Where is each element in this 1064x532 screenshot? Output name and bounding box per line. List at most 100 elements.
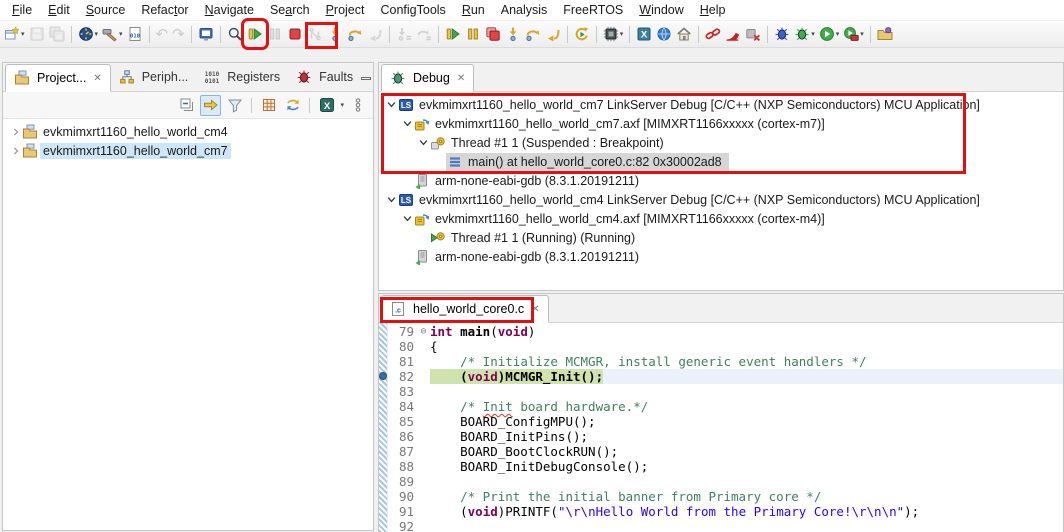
step-over-icon[interactable]	[345, 22, 365, 46]
svg-text:LS: LS	[401, 101, 412, 110]
menu-edit[interactable]: Edit	[40, 1, 78, 19]
step-over-all-icon[interactable]	[523, 22, 543, 46]
redo-icon[interactable]: ↷	[170, 22, 187, 46]
tab-registers[interactable]: 10100101Registers	[196, 63, 288, 91]
view-menu-dots-icon[interactable]	[347, 95, 368, 116]
grid-icon[interactable]	[258, 95, 279, 116]
chevron-down-icon[interactable]: ▾	[340, 101, 344, 109]
chevron-down-icon[interactable]	[385, 195, 398, 204]
menu-run[interactable]: Run	[454, 1, 493, 19]
menu-project[interactable]: Project	[318, 1, 373, 19]
debug-view-bug-icon	[390, 70, 408, 86]
step-return-icon[interactable]	[365, 22, 385, 46]
gdb-icon	[414, 173, 432, 189]
menu-source[interactable]: Source	[78, 1, 134, 19]
menu-window[interactable]: Window	[631, 1, 691, 19]
collapse-all-icon[interactable]	[176, 95, 197, 116]
axf-target-icon	[414, 116, 432, 132]
chevron-down-icon[interactable]	[417, 138, 430, 147]
suspend-all-icon[interactable]	[463, 22, 483, 46]
tab-faults[interactable]: Faults	[288, 63, 361, 91]
debug-tree-item[interactable]: LSevkmimxrt1160_hello_world_cm7 LinkServ…	[379, 95, 1063, 114]
debug-as-bug-icon[interactable]: ▾	[792, 22, 817, 46]
new-wizard-icon[interactable]: ▾	[2, 22, 27, 46]
x-view-icon[interactable]: X	[316, 95, 337, 116]
console-icon[interactable]	[196, 22, 216, 46]
menu-navigate[interactable]: Navigate	[197, 1, 262, 19]
tab-debug[interactable]: Debug ✕	[381, 64, 474, 92]
debug-tree-item[interactable]: arm-none-eabi-gdb (8.3.1.20191211)	[379, 171, 1063, 190]
tab-hello-world-core0-c[interactable]: .c hello_world_core0.c ✕	[381, 295, 549, 323]
import-folder-icon[interactable]	[875, 22, 895, 46]
binary-file-icon[interactable]: 010	[125, 22, 145, 46]
menu-search[interactable]: Search	[262, 1, 318, 19]
debug-tree-item[interactable]: evkmimxrt1160_hello_world_cm7.axf [MIMXR…	[379, 114, 1063, 133]
close-icon[interactable]: ✕	[93, 73, 101, 84]
close-icon[interactable]: ✕	[531, 304, 539, 315]
menu-analysis[interactable]: Analysis	[493, 1, 556, 19]
suspend-icon[interactable]	[265, 22, 285, 46]
fold-minus-icon[interactable]: ⊖	[417, 327, 430, 337]
tab-project[interactable]: Project...✕	[5, 64, 111, 92]
code-line: 82 (void)MCMGR_Init();	[389, 369, 1063, 384]
code-editor[interactable]: 79 ⊖ int main(void) 80 { 81 /* Initializ…	[379, 323, 1063, 532]
undo-icon[interactable]: ↶	[154, 22, 171, 46]
menu-freertos[interactable]: FreeRTOS	[555, 1, 631, 19]
chevron-down-icon[interactable]	[401, 214, 414, 223]
home-icon[interactable]	[674, 22, 694, 46]
build-hammer-icon[interactable]: ▾	[100, 22, 125, 46]
link-icon[interactable]	[703, 22, 723, 46]
resume-icon[interactable]	[245, 22, 265, 46]
debug-bug-icon[interactable]	[772, 22, 792, 46]
chevron-right-icon[interactable]	[9, 128, 22, 136]
editor-marker-bar[interactable]	[379, 323, 388, 532]
red-shoe-icon[interactable]	[723, 22, 743, 46]
chevron-right-icon[interactable]	[9, 147, 22, 155]
terminate-all-icon[interactable]	[483, 22, 503, 46]
breakpoint-icon[interactable]	[379, 372, 387, 380]
debug-tree-item[interactable]: main() at hello_world_core0.c:82 0x30002…	[379, 152, 1063, 171]
project-tree-item[interactable]: evkmimxrt1160_hello_world_cm7	[3, 141, 373, 160]
globe-icon[interactable]	[654, 22, 674, 46]
menu-configtools[interactable]: ConfigTools	[372, 1, 453, 19]
run-icon[interactable]: ▾	[817, 22, 842, 46]
chevron-down-icon[interactable]	[385, 100, 398, 109]
chevron-down-icon[interactable]	[401, 119, 414, 128]
filter-icon[interactable]	[224, 95, 245, 116]
menu-help[interactable]: Help	[692, 1, 734, 19]
debug-tree-item[interactable]: Thread #1 1 (Suspended : Breakpoint)	[379, 133, 1063, 152]
remove-terminated-icon[interactable]	[743, 22, 763, 46]
menu-file[interactable]: File	[4, 1, 40, 19]
debug-tree-item[interactable]: arm-none-eabi-gdb (8.3.1.20191211)	[379, 247, 1063, 266]
external-tools-icon[interactable]: ▾	[841, 22, 866, 46]
swap-arrows-icon[interactable]	[282, 95, 303, 116]
terminate-icon[interactable]	[285, 22, 305, 46]
debug-tree-item[interactable]: evkmimxrt1160_hello_world_cm4.axf [MIMXR…	[379, 209, 1063, 228]
target-clock-icon[interactable]: ▾	[76, 22, 101, 46]
debug-tree-item[interactable]: Thread #1 1 (Running) (Running)	[379, 228, 1063, 247]
code-line: 90 /* Print the initial banner from Prim…	[389, 489, 1063, 504]
instruction-stepping-alt-icon[interactable]	[414, 22, 434, 46]
resume-all-icon[interactable]	[443, 22, 463, 46]
step-into-icon[interactable]	[325, 22, 345, 46]
debug-tree-item[interactable]: LSevkmimxrt1160_hello_world_cm4 LinkServ…	[379, 190, 1063, 209]
menu-refactor[interactable]: Refactor	[133, 1, 196, 19]
minimize-icon[interactable]	[361, 77, 371, 80]
flash-chip-icon[interactable]: ▾	[601, 22, 626, 46]
close-icon[interactable]: ✕	[457, 73, 465, 84]
thread-running-icon	[430, 230, 448, 246]
restart-icon[interactable]	[572, 22, 592, 46]
xterm-icon[interactable]: X	[634, 22, 654, 46]
save-all-icon[interactable]	[47, 22, 67, 46]
save-icon[interactable]	[27, 22, 47, 46]
step-into-all-icon[interactable]	[503, 22, 523, 46]
link-editor-icon[interactable]	[200, 95, 221, 116]
inspect-icon[interactable]	[225, 22, 245, 46]
step-return-all-icon[interactable]	[543, 22, 563, 46]
toolbar-separator	[767, 26, 768, 43]
tab-periph[interactable]: Periph...	[111, 63, 197, 91]
disconnect-icon[interactable]	[305, 22, 325, 46]
left-panel-view-toolbar: X▾	[3, 92, 373, 119]
instruction-stepping-icon[interactable]	[394, 22, 414, 46]
project-tree-item[interactable]: evkmimxrt1160_hello_world_cm4	[3, 122, 373, 141]
